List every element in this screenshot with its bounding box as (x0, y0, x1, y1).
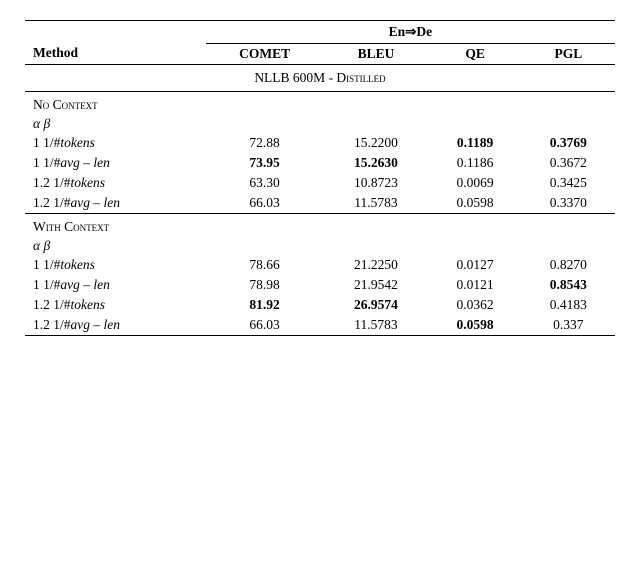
comet-cell: 78.98 (206, 275, 324, 295)
bleu-cell: 11.5783 (323, 193, 428, 214)
bleu-cell: 15.2630 (323, 153, 428, 173)
bleu-cell: 11.5783 (323, 315, 428, 336)
section-label-1: With Context (25, 214, 615, 238)
qe-cell: 0.0362 (428, 295, 521, 315)
pgl-header: PGL (522, 44, 615, 65)
table-row: 1 1/#tokens 78.66 21.2250 0.0127 0.8270 (25, 255, 615, 275)
qe-cell: 0.0121 (428, 275, 521, 295)
pgl-cell: 0.8543 (522, 275, 615, 295)
table-row: 1.2 1/#avg – len 66.03 11.5783 0.0598 0.… (25, 315, 615, 336)
pgl-cell: 0.337 (522, 315, 615, 336)
qe-cell: 0.0598 (428, 193, 521, 214)
pgl-cell: 0.3769 (522, 133, 615, 153)
results-table: Method En⇒De COMET BLEU QE PGL NLLB 600M… (25, 20, 615, 336)
method-cell: 1 1/#avg – len (25, 275, 206, 295)
method-cell: 1.2 1/#avg – len (25, 193, 206, 214)
distilled-section-row: NLLB 600M - Distilled (25, 65, 615, 92)
method-cell: 1 1/#tokens (25, 133, 206, 153)
method-cell: 1 1/#tokens (25, 255, 206, 275)
method-header: Method (25, 21, 206, 65)
section-label-0: No Context (25, 92, 615, 116)
qe-header: QE (428, 44, 521, 65)
comet-cell: 81.92 (206, 295, 324, 315)
pgl-cell: 0.4183 (522, 295, 615, 315)
method-cell: 1 1/#avg – len (25, 153, 206, 173)
en-de-group-header: En⇒De (206, 21, 615, 44)
bleu-header: BLEU (323, 44, 428, 65)
bleu-cell: 21.2250 (323, 255, 428, 275)
qe-cell: 0.1186 (428, 153, 521, 173)
bleu-cell: 26.9574 (323, 295, 428, 315)
pgl-cell: 0.3672 (522, 153, 615, 173)
pgl-cell: 0.3425 (522, 173, 615, 193)
comet-cell: 72.88 (206, 133, 324, 153)
comet-cell: 73.95 (206, 153, 324, 173)
comet-cell: 78.66 (206, 255, 324, 275)
comet-cell: 63.30 (206, 173, 324, 193)
qe-cell: 0.1189 (428, 133, 521, 153)
table-row: 1.2 1/#avg – len 66.03 11.5783 0.0598 0.… (25, 193, 615, 214)
table-row: 1 1/#tokens 72.88 15.2200 0.1189 0.3769 (25, 133, 615, 153)
method-cell: 1.2 1/#avg – len (25, 315, 206, 336)
table-row: 1.2 1/#tokens 63.30 10.8723 0.0069 0.342… (25, 173, 615, 193)
table-row: 1 1/#avg – len 78.98 21.9542 0.0121 0.85… (25, 275, 615, 295)
method-cell: 1.2 1/#tokens (25, 295, 206, 315)
qe-cell: 0.0069 (428, 173, 521, 193)
pgl-cell: 0.3370 (522, 193, 615, 214)
header-row-1: Method En⇒De (25, 21, 615, 44)
bleu-cell: 21.9542 (323, 275, 428, 295)
bleu-cell: 10.8723 (323, 173, 428, 193)
bleu-cell: 15.2200 (323, 133, 428, 153)
qe-cell: 0.0127 (428, 255, 521, 275)
comet-header: COMET (206, 44, 324, 65)
alpha-beta-0: α β (25, 115, 615, 133)
method-cell: 1.2 1/#tokens (25, 173, 206, 193)
qe-cell: 0.0598 (428, 315, 521, 336)
table-row: 1 1/#avg – len 73.95 15.2630 0.1186 0.36… (25, 153, 615, 173)
pgl-cell: 0.8270 (522, 255, 615, 275)
alpha-beta-1: α β (25, 237, 615, 255)
table-row: 1.2 1/#tokens 81.92 26.9574 0.0362 0.418… (25, 295, 615, 315)
comet-cell: 66.03 (206, 315, 324, 336)
comet-cell: 66.03 (206, 193, 324, 214)
table-container: Method En⇒De COMET BLEU QE PGL NLLB 600M… (25, 20, 615, 336)
